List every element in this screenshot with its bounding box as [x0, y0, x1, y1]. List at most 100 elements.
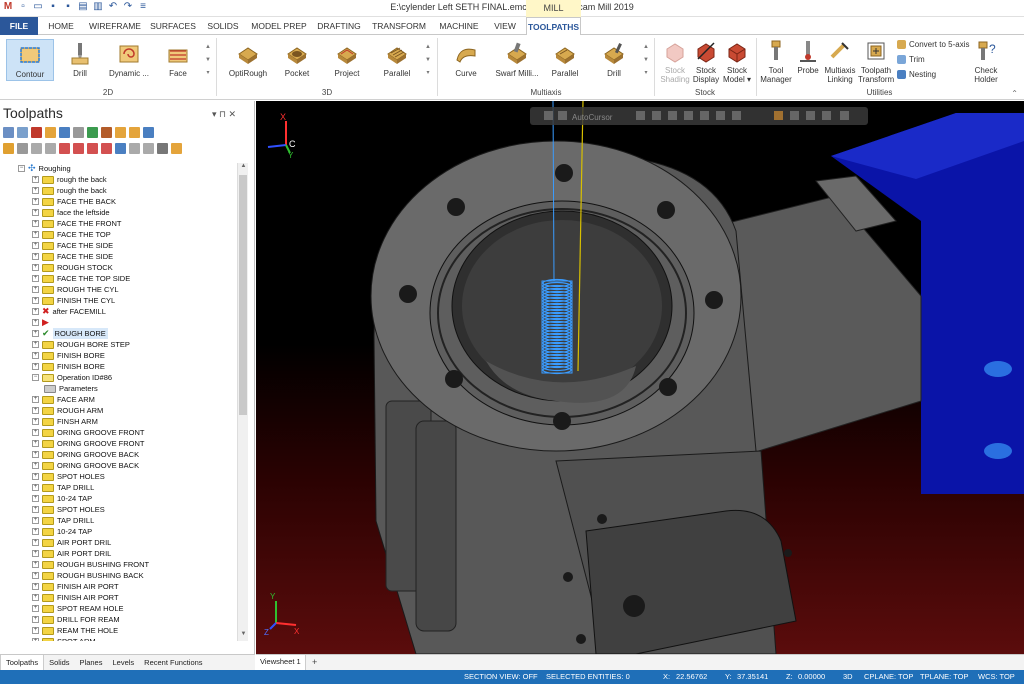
- tree-operation-item[interactable]: + SPOT HOLES: [32, 504, 105, 515]
- drill-2d-button[interactable]: Drill: [60, 39, 100, 81]
- insert-before-icon[interactable]: [101, 143, 112, 154]
- scroll-up-icon[interactable]: ▲: [238, 163, 249, 173]
- expand-icon[interactable]: +: [32, 440, 39, 447]
- toggle-display-icon[interactable]: [31, 143, 42, 154]
- expand-icon[interactable]: +: [32, 539, 39, 546]
- tree-operation-item[interactable]: + FINSH ARM: [32, 416, 98, 427]
- view-mode-status[interactable]: 3D: [843, 672, 853, 681]
- expand-icon[interactable]: +: [32, 363, 39, 370]
- convert-5axis-button[interactable]: Convert to 5-axis: [897, 40, 969, 49]
- insert-after-icon[interactable]: [87, 143, 98, 154]
- tab-planes-panel[interactable]: Planes: [75, 655, 108, 670]
- post-icon[interactable]: [115, 127, 126, 138]
- tree-operation-item[interactable]: + AIR PORT DRIL: [32, 537, 111, 548]
- scroll-thumb[interactable]: [239, 175, 247, 415]
- tree-operation-item[interactable]: + face the leftside: [32, 207, 110, 218]
- pocket-3d-button[interactable]: Pocket: [277, 39, 317, 81]
- parallel-3d-button[interactable]: Parallel: [376, 39, 418, 81]
- lock-icon[interactable]: [3, 143, 14, 154]
- tree-operation-item[interactable]: + FINISH THE CYL: [32, 295, 115, 306]
- stock-display-button[interactable]: Stock Display: [690, 39, 722, 85]
- tree-operation-item[interactable]: + FACE THE BACK: [32, 196, 116, 207]
- tree-operation-item[interactable]: + ✖ after FACEMILL: [32, 306, 106, 317]
- delete-invalid-icon[interactable]: [31, 127, 42, 138]
- curve-button[interactable]: Curve: [446, 39, 486, 81]
- expand-icon[interactable]: +: [32, 627, 39, 634]
- add-viewsheet-button[interactable]: +: [312, 657, 317, 667]
- highfeed-icon[interactable]: [129, 127, 140, 138]
- expand-all-icon[interactable]: [143, 143, 154, 154]
- collapse-icon[interactable]: −: [32, 374, 39, 381]
- gallery-scroll-multiaxis[interactable]: ▲ ▼ ▾: [642, 41, 650, 81]
- expand-icon[interactable]: +: [32, 330, 39, 337]
- tab-transform[interactable]: TRANSFORM: [370, 17, 428, 35]
- swarf-milling-button[interactable]: Swarf Milli...: [492, 39, 542, 81]
- drill-multiaxis-button[interactable]: Drill: [594, 39, 634, 81]
- simulate-icon[interactable]: [101, 127, 112, 138]
- filter-icon[interactable]: [157, 143, 168, 154]
- toolpath-transform-button[interactable]: Toolpath Transform: [858, 39, 894, 85]
- tab-surfaces[interactable]: SURFACES: [148, 17, 198, 35]
- tree-operation-item[interactable]: + ✔ ROUGH BORE: [32, 328, 108, 339]
- expand-icon[interactable]: +: [32, 583, 39, 590]
- options-icon[interactable]: [171, 143, 182, 154]
- dynamic-mill-button[interactable]: Dynamic ...: [106, 39, 152, 81]
- collapse-all-icon[interactable]: [129, 143, 140, 154]
- tree-operation-item[interactable]: + ORING GROOVE FRONT: [32, 427, 145, 438]
- autocursor-label[interactable]: AutoCursor: [572, 113, 613, 122]
- verify-icon[interactable]: [87, 127, 98, 138]
- expand-icon[interactable]: +: [32, 275, 39, 282]
- contour-button[interactable]: Contour: [6, 39, 54, 81]
- check-holder-button[interactable]: ? Check Holder: [970, 39, 1002, 85]
- expand-icon[interactable]: +: [32, 462, 39, 469]
- expand-icon[interactable]: +: [32, 264, 39, 271]
- expand-icon[interactable]: +: [32, 594, 39, 601]
- face-button[interactable]: Face: [158, 39, 198, 81]
- expand-icon[interactable]: +: [32, 616, 39, 623]
- wcs-status[interactable]: WCS: TOP: [978, 672, 1015, 681]
- tree-operation-item[interactable]: + DRILL FOR REAM: [32, 614, 120, 625]
- expand-icon[interactable]: +: [32, 484, 39, 491]
- tree-operation-item[interactable]: + SPOT REAM HOLE: [32, 603, 124, 614]
- expand-icon[interactable]: +: [32, 198, 39, 205]
- gallery-scroll-2d[interactable]: ▲ ▼ ▾: [204, 41, 212, 81]
- display-selected-icon[interactable]: [115, 143, 126, 154]
- tree-operation-item[interactable]: + ROUGH STOCK: [32, 262, 113, 273]
- graphics-viewport[interactable]: AutoCursor X C Y Y X Z: [256, 101, 1024, 654]
- toggle-posting-icon[interactable]: [17, 143, 28, 154]
- expand-icon[interactable]: +: [32, 209, 39, 216]
- tree-operation-item[interactable]: + FINISH BORE: [32, 361, 105, 372]
- expand-icon[interactable]: +: [32, 253, 39, 260]
- expand-icon[interactable]: +: [32, 451, 39, 458]
- expand-icon[interactable]: +: [32, 231, 39, 238]
- expand-icon[interactable]: +: [32, 220, 39, 227]
- help-icon[interactable]: [143, 127, 154, 138]
- expand-icon[interactable]: +: [32, 473, 39, 480]
- tree-operation-item[interactable]: + FINISH AIR PORT: [32, 592, 119, 603]
- tab-solids-panel[interactable]: Solids: [44, 655, 74, 670]
- expand-icon[interactable]: +: [32, 242, 39, 249]
- tab-toolpaths-panel[interactable]: Toolpaths: [0, 655, 45, 670]
- tree-operation-item[interactable]: + REAM THE HOLE: [32, 625, 118, 636]
- stock-shading-button[interactable]: Stock Shading: [660, 39, 690, 85]
- collapse-icon[interactable]: −: [18, 165, 25, 172]
- expand-icon[interactable]: +: [32, 517, 39, 524]
- nesting-button[interactable]: Nesting: [897, 70, 936, 79]
- insert-arrow-icon[interactable]: ▶: [42, 317, 49, 328]
- tree-operation-item[interactable]: + ▶: [32, 317, 52, 328]
- tab-solids[interactable]: SOLIDS: [202, 17, 244, 35]
- tree-parameters-item[interactable]: Parameters: [44, 383, 98, 394]
- tree-operation-item[interactable]: + FACE THE FRONT: [32, 218, 121, 229]
- tree-operation-item[interactable]: + rough the back: [32, 174, 107, 185]
- move-up-icon[interactable]: [73, 143, 84, 154]
- expand-icon[interactable]: +: [32, 638, 39, 641]
- tplane-status[interactable]: TPLANE: TOP: [920, 672, 969, 681]
- expand-icon[interactable]: +: [32, 319, 39, 326]
- regenerate-all-icon[interactable]: [45, 127, 56, 138]
- trim-button[interactable]: Trim: [897, 55, 925, 64]
- tab-file[interactable]: FILE: [0, 17, 38, 35]
- expand-icon[interactable]: +: [32, 550, 39, 557]
- probe-button[interactable]: Probe: [794, 39, 822, 85]
- select-dirty-icon[interactable]: [17, 127, 28, 138]
- expand-icon[interactable]: +: [32, 187, 39, 194]
